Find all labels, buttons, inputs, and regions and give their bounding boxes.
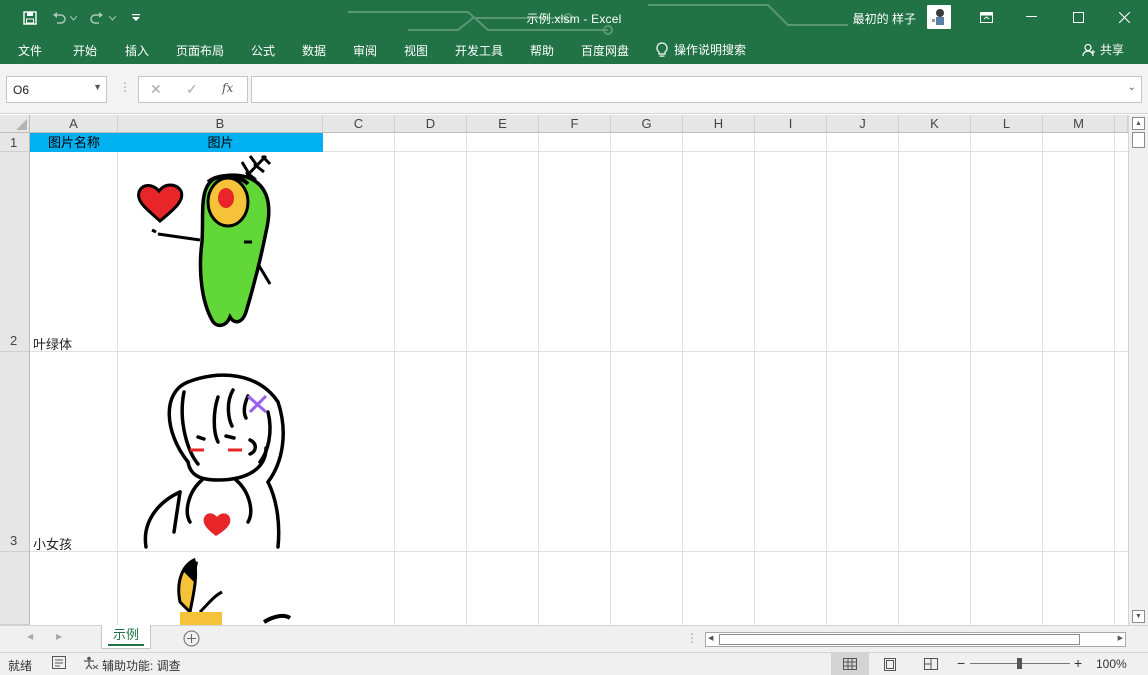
- cancel-icon[interactable]: ✕: [150, 81, 162, 98]
- tab-splitter-handle[interactable]: ⋮: [686, 631, 698, 645]
- sheet-tab-bar: ◀ ▶ 示例 ⋮ ◀ ▶: [0, 625, 1148, 652]
- tab-insert[interactable]: 插入: [125, 42, 149, 59]
- picture-girl[interactable]: [118, 352, 323, 551]
- status-ready: 就绪: [8, 659, 33, 673]
- name-box-value: O6: [13, 83, 30, 97]
- avatar[interactable]: [927, 5, 951, 29]
- accessibility-icon[interactable]: [83, 656, 99, 673]
- column-header-D[interactable]: D: [395, 115, 467, 133]
- next-sheet-icon[interactable]: ▶: [56, 632, 62, 641]
- tab-formulas[interactable]: 公式: [251, 42, 275, 59]
- horizontal-scroll-thumb[interactable]: [719, 634, 1080, 645]
- title-bar: 示例.xlsm - Excel 最初的 样子: [0, 0, 1148, 36]
- user-name[interactable]: 最初的 样子: [853, 10, 916, 27]
- page-break-view-icon[interactable]: [912, 653, 950, 675]
- share-label: 共享: [1099, 43, 1124, 57]
- share-button[interactable]: 共享: [1082, 41, 1124, 58]
- column-header-E[interactable]: E: [467, 115, 539, 133]
- column-header-F[interactable]: F: [539, 115, 611, 133]
- scroll-up-icon[interactable]: ▲: [1132, 117, 1145, 130]
- zoom-in-button[interactable]: +: [1074, 655, 1082, 671]
- vertical-scroll-thumb[interactable]: [1132, 132, 1145, 148]
- ribbon-display-options-icon[interactable]: [963, 0, 1009, 34]
- scroll-down-icon[interactable]: ▼: [1132, 610, 1145, 623]
- column-header-C[interactable]: C: [323, 115, 395, 133]
- name-box[interactable]: O6 ▼: [6, 76, 107, 103]
- insert-function-icon[interactable]: fx: [222, 81, 233, 95]
- chevron-down-icon[interactable]: ▼: [93, 82, 102, 92]
- add-sheet-icon[interactable]: [183, 630, 200, 650]
- column-header-G[interactable]: G: [611, 115, 683, 133]
- tell-me-label: 操作说明搜索: [674, 43, 747, 57]
- person-icon: [1082, 43, 1095, 56]
- minimize-icon[interactable]: [1008, 0, 1054, 34]
- zoom-slider-thumb[interactable]: [1017, 658, 1022, 669]
- column-header-B[interactable]: B: [118, 115, 323, 133]
- tab-review[interactable]: 审阅: [353, 42, 377, 59]
- row-header-3[interactable]: 3: [0, 352, 30, 552]
- cell-B1[interactable]: 图片: [118, 133, 323, 152]
- tab-file[interactable]: 文件: [18, 42, 42, 59]
- tell-me-search[interactable]: 操作说明搜索: [656, 41, 746, 58]
- ribbon-tabs: 文件 开始 插入 页面布局 公式 数据 审阅 视图 开发工具 帮助 百度网盘 操…: [0, 36, 1148, 64]
- formula-buttons: ✕ ✓ fx: [138, 76, 248, 103]
- cell-A2[interactable]: 叶绿体: [33, 334, 72, 353]
- column-header-H[interactable]: H: [683, 115, 755, 133]
- zoom-out-button[interactable]: −: [957, 655, 965, 671]
- lightbulb-icon: [656, 41, 668, 57]
- column-header-A[interactable]: A: [30, 115, 118, 133]
- accessibility-status[interactable]: 辅助功能: 调查: [102, 657, 181, 674]
- cell-A1[interactable]: 图片名称: [30, 133, 118, 152]
- column-header-L[interactable]: L: [971, 115, 1043, 133]
- horizontal-scrollbar[interactable]: ◀ ▶: [705, 632, 1126, 647]
- tab-developer[interactable]: 开发工具: [455, 42, 503, 59]
- status-bar: 就绪 辅助功能: 调查 − + 100%: [0, 652, 1148, 675]
- column-header-M[interactable]: M: [1043, 115, 1115, 133]
- column-header-I[interactable]: I: [755, 115, 827, 133]
- scroll-right-icon[interactable]: ▶: [1118, 634, 1123, 642]
- select-all-corner[interactable]: [0, 115, 30, 133]
- tab-page-layout[interactable]: 页面布局: [176, 42, 224, 59]
- normal-view-icon[interactable]: [831, 653, 869, 675]
- column-header-J[interactable]: J: [827, 115, 899, 133]
- picture-plankton[interactable]: [118, 152, 323, 351]
- row-header-2[interactable]: 2: [0, 152, 30, 352]
- splitter-handle[interactable]: ⋮: [119, 80, 131, 94]
- worksheet-grid[interactable]: A B C D E F G H I J K L M 1 2 3 图片名称 图片 …: [0, 115, 1128, 625]
- formula-input[interactable]: ⌄: [251, 76, 1142, 103]
- row-header-4[interactable]: [0, 552, 30, 625]
- sheet-tab-example[interactable]: 示例: [101, 625, 151, 649]
- vertical-scrollbar[interactable]: ▲ ▼: [1128, 115, 1148, 625]
- column-header-K[interactable]: K: [899, 115, 971, 133]
- picture-pikachu[interactable]: [118, 552, 323, 625]
- zoom-level[interactable]: 100%: [1096, 657, 1127, 671]
- tab-home[interactable]: 开始: [73, 42, 97, 59]
- tab-baidu-netdisk[interactable]: 百度网盘: [581, 42, 629, 59]
- formula-bar: O6 ▼ ⋮ ✕ ✓ fx ⌄: [0, 64, 1148, 114]
- scroll-left-icon[interactable]: ◀: [708, 634, 713, 642]
- tab-help[interactable]: 帮助: [530, 42, 554, 59]
- page-layout-view-icon[interactable]: [871, 653, 909, 675]
- check-icon[interactable]: ✓: [186, 81, 198, 98]
- macro-record-icon[interactable]: [52, 656, 66, 672]
- close-icon[interactable]: [1101, 0, 1147, 34]
- maximize-icon[interactable]: [1055, 0, 1101, 34]
- expand-formula-icon[interactable]: ⌄: [1128, 82, 1136, 93]
- tab-data[interactable]: 数据: [302, 42, 326, 59]
- prev-sheet-icon[interactable]: ◀: [27, 632, 33, 641]
- column-header-N[interactable]: [1115, 115, 1128, 133]
- tab-view[interactable]: 视图: [404, 42, 428, 59]
- row-header-1[interactable]: 1: [0, 133, 30, 152]
- cell-A3[interactable]: 小女孩: [33, 534, 72, 553]
